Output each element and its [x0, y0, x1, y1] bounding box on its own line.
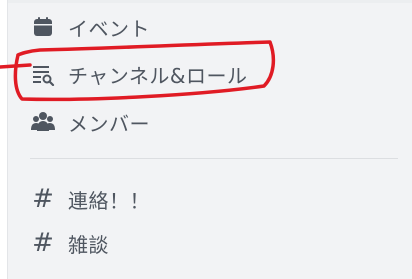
sidebar-edge: [7, 0, 8, 279]
hash-glyph: #: [32, 228, 54, 258]
section-divider: [30, 158, 398, 159]
sidebar-item-channels-roles[interactable]: チャンネル&ロール: [30, 58, 248, 90]
sidebar-item-events[interactable]: イベント: [30, 11, 150, 43]
sidebar-item-members[interactable]: メンバー: [30, 106, 150, 138]
channel-name: 雑談: [68, 232, 109, 257]
sidebar-item-label: メンバー: [68, 111, 150, 136]
hash-icon: #: [30, 230, 56, 256]
channel-item[interactable]: # 雑談: [30, 227, 109, 259]
calendar-icon: [30, 14, 56, 40]
sidebar-item-label: チャンネル&ロール: [68, 63, 248, 88]
channel-item[interactable]: # 連絡！！: [30, 183, 150, 215]
sidebar-top-divider: [8, 0, 412, 3]
hash-glyph: #: [32, 184, 54, 214]
channel-browse-icon: [30, 61, 56, 87]
hash-icon: #: [30, 186, 56, 212]
channel-name: 連絡！！: [68, 188, 150, 213]
sidebar-item-label: イベント: [68, 16, 150, 41]
members-icon: [30, 109, 56, 135]
